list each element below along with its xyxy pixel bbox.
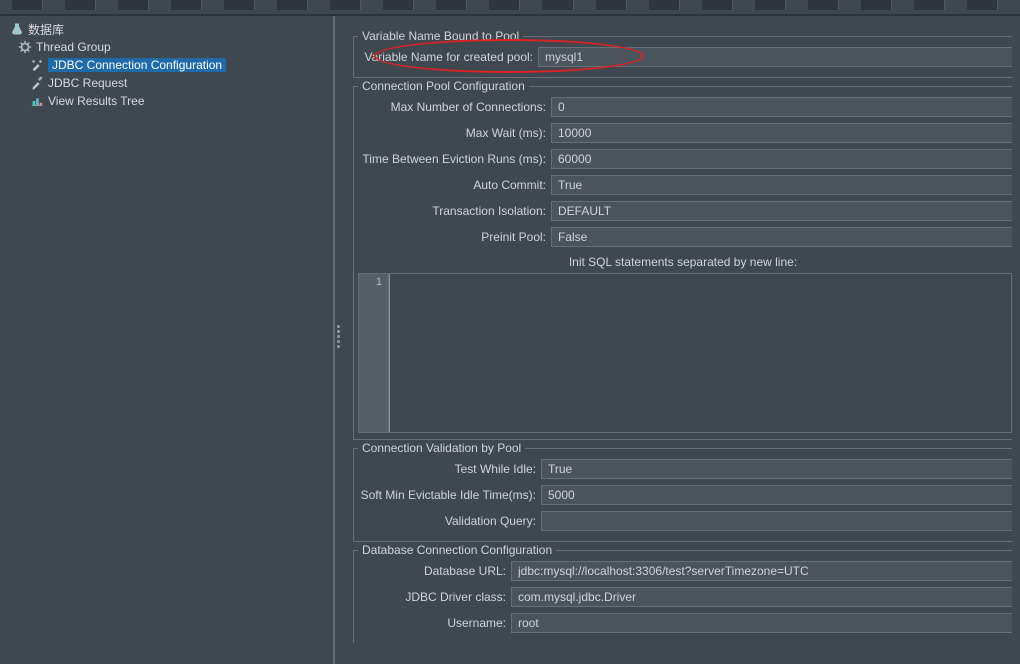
tree-item-results-tree[interactable]: View Results Tree bbox=[4, 92, 333, 110]
group-validation: Connection Validation by Pool Test While… bbox=[353, 448, 1012, 542]
var-name-input[interactable] bbox=[538, 47, 1012, 67]
softmin-label: Soft Min Evictable Idle Time(ms): bbox=[354, 488, 541, 502]
evict-input[interactable] bbox=[551, 149, 1012, 169]
group-variable-name: Variable Name Bound to Pool Variable Nam… bbox=[353, 36, 1012, 78]
toolbar-button-5[interactable] bbox=[224, 0, 255, 10]
gear-icon bbox=[18, 40, 32, 54]
group-title: Connection Pool Configuration bbox=[358, 79, 529, 93]
group-title: Database Connection Configuration bbox=[358, 543, 556, 557]
config-panel: Comments: Variable Name Bound to Pool Va… bbox=[343, 16, 1020, 664]
splitter-handle[interactable] bbox=[335, 16, 343, 664]
toolbar-button-2[interactable] bbox=[65, 0, 96, 10]
db-url-input[interactable] bbox=[511, 561, 1012, 581]
driver-label: JDBC Driver class: bbox=[354, 590, 511, 604]
gutter: 1 bbox=[359, 274, 389, 432]
tree-item-label: JDBC Connection Configuration bbox=[48, 58, 226, 72]
toolbar-button-4[interactable] bbox=[171, 0, 202, 10]
tree-item-jdbc-config[interactable]: JDBC Connection Configuration bbox=[4, 56, 333, 74]
tree-root-label: 数据库 bbox=[28, 21, 64, 38]
toolbar-button-13[interactable] bbox=[649, 0, 680, 10]
group-db-config: Database Connection Configuration Databa… bbox=[353, 550, 1012, 643]
user-label: Username: bbox=[354, 616, 511, 630]
idle-label: Test While Idle: bbox=[354, 462, 541, 476]
toolbar-button-7[interactable] bbox=[330, 0, 361, 10]
idle-select[interactable] bbox=[541, 459, 1012, 479]
group-title: Connection Validation by Pool bbox=[358, 441, 525, 455]
tree-item-jdbc-request[interactable]: JDBC Request bbox=[4, 74, 333, 92]
toolbar-button-9[interactable] bbox=[436, 0, 467, 10]
toolbar-button-11[interactable] bbox=[542, 0, 573, 10]
driver-select[interactable] bbox=[511, 587, 1012, 607]
db-url-label: Database URL: bbox=[354, 564, 511, 578]
max-wait-input[interactable] bbox=[551, 123, 1012, 143]
toolbar-button-10[interactable] bbox=[489, 0, 520, 10]
evict-label: Time Between Eviction Runs (ms): bbox=[354, 152, 551, 166]
toolbar-button-8[interactable] bbox=[383, 0, 414, 10]
tree-root[interactable]: 数据库 bbox=[4, 20, 333, 38]
toolbar-button-15[interactable] bbox=[755, 0, 786, 10]
init-sql-editor[interactable]: 1 bbox=[358, 273, 1012, 433]
group-title: Variable Name Bound to Pool bbox=[358, 29, 523, 43]
preinit-select[interactable] bbox=[551, 227, 1012, 247]
code-body[interactable] bbox=[389, 274, 1011, 432]
test-plan-tree: 数据库 Thread Group JDBC Connection Configu… bbox=[0, 16, 335, 664]
autocommit-select[interactable] bbox=[551, 175, 1012, 195]
max-conn-label: Max Number of Connections: bbox=[354, 100, 551, 114]
tree-item-label: JDBC Request bbox=[48, 76, 127, 90]
user-input[interactable] bbox=[511, 613, 1012, 633]
group-pool-config: Connection Pool Configuration Max Number… bbox=[353, 86, 1012, 440]
pipette-icon bbox=[30, 76, 44, 90]
vq-label: Validation Query: bbox=[354, 514, 541, 528]
tree-item-label: View Results Tree bbox=[48, 94, 145, 108]
toolbar-button-14[interactable] bbox=[702, 0, 733, 10]
autocommit-label: Auto Commit: bbox=[354, 178, 551, 192]
chart-icon bbox=[30, 94, 44, 108]
vq-input[interactable] bbox=[541, 511, 1012, 531]
tree-item-thread-group[interactable]: Thread Group bbox=[4, 38, 333, 56]
toolbar-button-12[interactable] bbox=[596, 0, 627, 10]
var-name-label: Variable Name for created pool: bbox=[354, 50, 538, 64]
isolation-select[interactable] bbox=[551, 201, 1012, 221]
tools-icon bbox=[30, 58, 44, 72]
softmin-input[interactable] bbox=[541, 485, 1012, 505]
init-sql-label: Init SQL statements separated by new lin… bbox=[354, 255, 1012, 269]
isolation-label: Transaction Isolation: bbox=[354, 204, 551, 218]
max-wait-label: Max Wait (ms): bbox=[354, 126, 551, 140]
toolbar-button-3[interactable] bbox=[118, 0, 149, 10]
flask-icon bbox=[10, 22, 24, 36]
tree-item-label: Thread Group bbox=[36, 40, 111, 54]
toolbar bbox=[0, 0, 1020, 14]
toolbar-button-19[interactable] bbox=[967, 0, 998, 10]
toolbar-button-17[interactable] bbox=[861, 0, 892, 10]
toolbar-button-1[interactable] bbox=[12, 0, 43, 10]
preinit-label: Preinit Pool: bbox=[354, 230, 551, 244]
toolbar-button-18[interactable] bbox=[914, 0, 945, 10]
toolbar-button-6[interactable] bbox=[277, 0, 308, 10]
toolbar-button-16[interactable] bbox=[808, 0, 839, 10]
max-conn-input[interactable] bbox=[551, 97, 1012, 117]
